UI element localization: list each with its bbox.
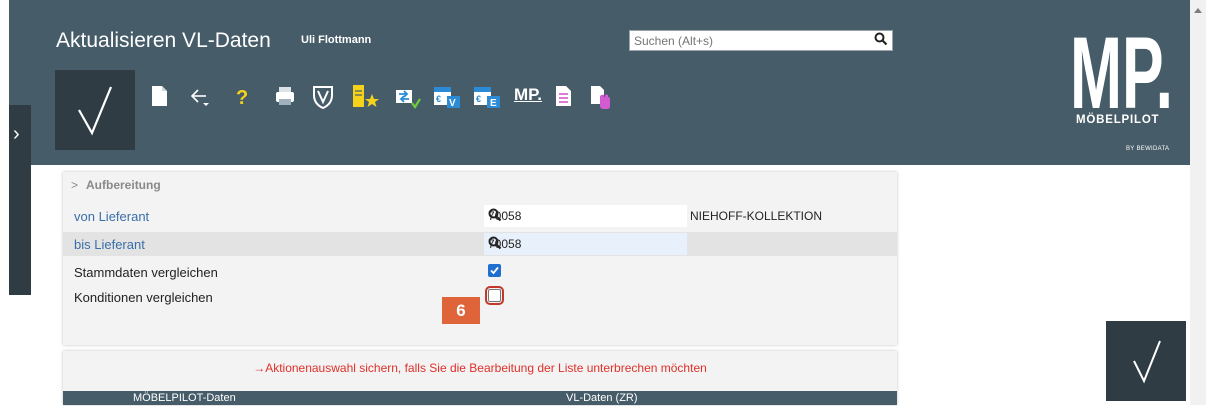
bis-lieferant-field[interactable]: 70058 xyxy=(484,233,687,255)
left-edge xyxy=(0,0,9,405)
svg-text:V: V xyxy=(449,98,456,109)
form-panel: > Aufbereitung von Lieferant 70058 NIEHOF… xyxy=(63,172,897,345)
logo-text: MÖBELPILOT xyxy=(1076,114,1160,126)
svg-text:?: ? xyxy=(236,87,248,109)
row-bis-lieferant: bis Lieferant 70058 xyxy=(63,232,897,256)
shield-icon[interactable] xyxy=(311,82,335,112)
search-input[interactable] xyxy=(630,31,868,51)
help-icon[interactable]: ? xyxy=(232,82,256,112)
search-icon[interactable] xyxy=(874,32,888,51)
transfer-icon[interactable] xyxy=(394,82,422,112)
stammdaten-checkbox[interactable] xyxy=(488,264,501,277)
section-title: Aufbereitung xyxy=(86,178,161,192)
svg-text:€: € xyxy=(436,94,441,104)
ok-button[interactable] xyxy=(1106,321,1186,401)
list-panel: →Aktionenauswahl sichern, falls Sie die … xyxy=(63,351,897,405)
calendar-e-icon[interactable]: € E xyxy=(473,82,501,112)
moebelpilot-logo: MP. xyxy=(1070,24,1173,112)
checkmark-icon xyxy=(1133,340,1161,384)
svg-text:MP.: MP. xyxy=(1070,24,1173,112)
stammdaten-label: Stammdaten vergleichen xyxy=(74,265,218,280)
von-lieferant-label[interactable]: von Lieferant xyxy=(74,209,149,224)
konditionen-checkbox[interactable] xyxy=(485,286,504,305)
save-actions-notice[interactable]: →Aktionenauswahl sichern, falls Sie die … xyxy=(63,361,897,375)
checkmark-icon xyxy=(78,86,113,136)
chevron-right-icon[interactable]: › xyxy=(13,124,20,144)
mp-icon[interactable]: MP. xyxy=(514,82,544,112)
hand-document-icon[interactable] xyxy=(588,82,612,112)
row-konditionen: Konditionen vergleichen xyxy=(63,285,897,309)
bookmark-star-icon[interactable] xyxy=(351,82,381,112)
page-title: Aktualisieren VL-Daten xyxy=(56,29,271,52)
row-von-lieferant: von Lieferant 70058 NIEHOFF-KOLLEKTION xyxy=(63,204,897,228)
svg-text:€: € xyxy=(476,94,481,104)
print-icon[interactable] xyxy=(273,82,297,112)
scroll-up-icon[interactable] xyxy=(1194,8,1202,13)
table-header: MÖBELPILOT-Daten VL-Daten (ZR) xyxy=(63,391,897,405)
search-box[interactable] xyxy=(629,30,893,51)
section-header[interactable]: > Aufbereitung xyxy=(71,178,161,192)
user-name: Uli Flottmann xyxy=(301,34,372,46)
vertical-scrollbar[interactable] xyxy=(1190,0,1206,405)
confirm-button[interactable] xyxy=(55,70,135,150)
search-icon[interactable] xyxy=(488,236,683,253)
supplier-name: NIEHOFF-KOLLEKTION xyxy=(690,209,823,223)
column-header-vl-daten[interactable]: VL-Daten (ZR) xyxy=(566,392,638,404)
chevron-right-icon[interactable]: > xyxy=(71,178,78,192)
back-icon[interactable] xyxy=(188,82,212,112)
step-badge: 6 xyxy=(442,297,480,324)
search-icon[interactable] xyxy=(488,208,683,225)
konditionen-label: Konditionen vergleichen xyxy=(74,290,213,305)
von-lieferant-field[interactable]: 70058 xyxy=(484,205,687,227)
svg-text:E: E xyxy=(490,98,497,109)
row-stammdaten: Stammdaten vergleichen xyxy=(63,260,897,284)
column-header-moebelpilot[interactable]: MÖBELPILOT-Daten xyxy=(133,392,236,404)
new-document-icon[interactable] xyxy=(148,82,172,112)
bis-lieferant-label[interactable]: bis Lieferant xyxy=(74,237,145,252)
logo-subtext: BY BEWIDATA xyxy=(1126,146,1170,152)
calendar-v-icon[interactable]: € V xyxy=(433,82,461,112)
list-document-icon[interactable] xyxy=(552,82,576,112)
